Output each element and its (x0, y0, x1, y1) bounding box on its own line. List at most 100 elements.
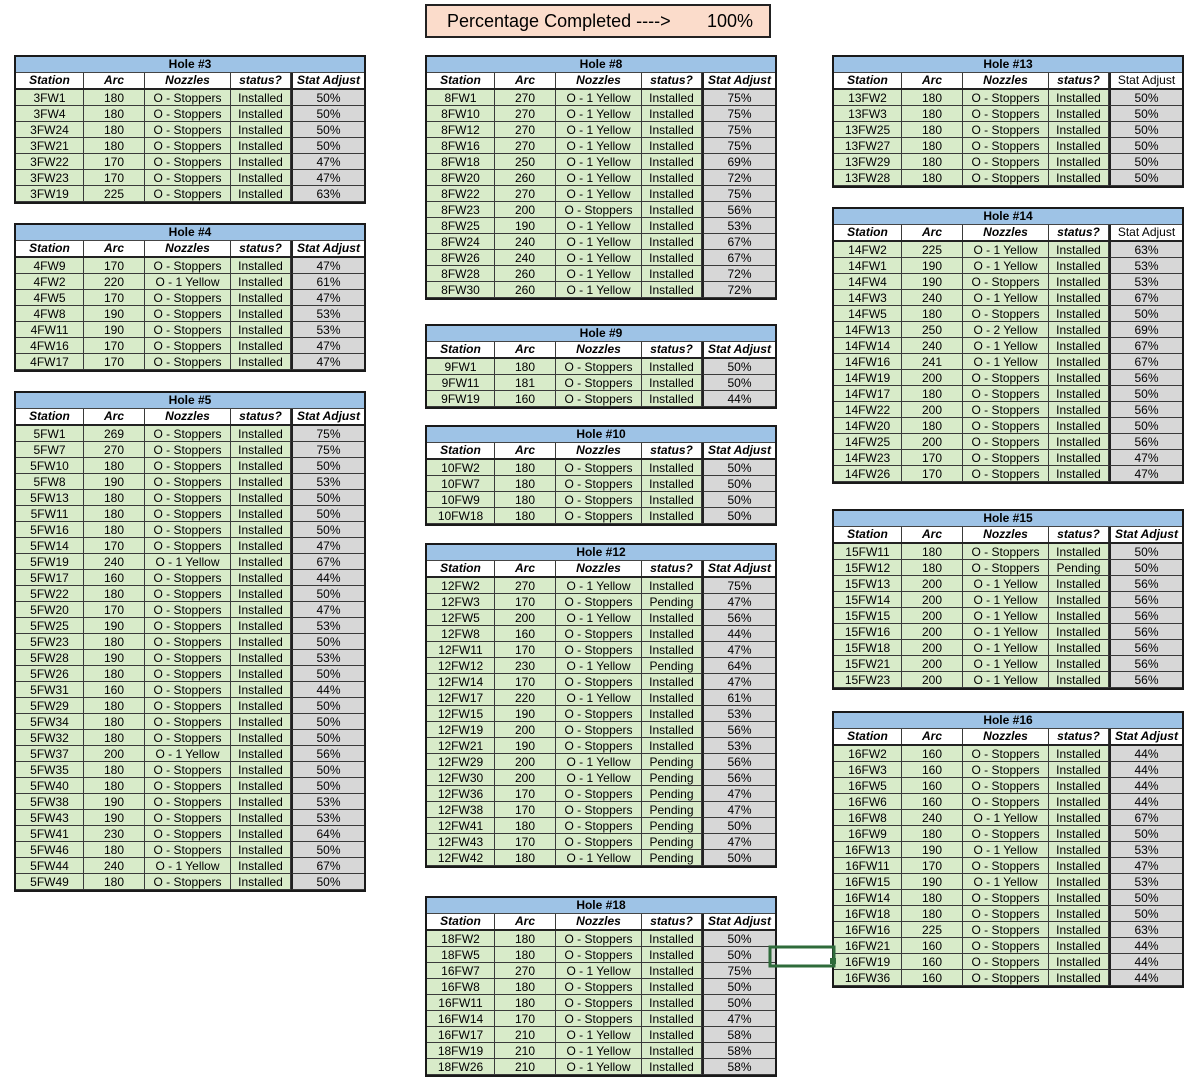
arc-cell[interactable]: 160 (902, 938, 963, 954)
nozzles-cell[interactable]: O - 1 Yellow (963, 592, 1049, 608)
nozzles-cell[interactable]: O - 1 Yellow (556, 1043, 642, 1059)
stat-adjust-cell[interactable]: 67% (702, 234, 775, 250)
stat-adjust-cell[interactable]: 47% (702, 1011, 775, 1027)
stat-adjust-cell[interactable]: 50% (291, 90, 364, 106)
nozzles-cell[interactable]: O - Stoppers (556, 492, 642, 508)
station-cell[interactable]: 12FW42 (427, 850, 495, 866)
station-cell[interactable]: 15FW16 (834, 624, 902, 640)
stat-adjust-cell[interactable]: 53% (291, 810, 364, 826)
stat-adjust-cell[interactable]: 69% (702, 154, 775, 170)
stat-adjust-cell[interactable]: 50% (291, 122, 364, 138)
status-cell[interactable]: Installed (231, 778, 291, 794)
stat-adjust-cell[interactable]: 50% (291, 506, 364, 522)
stat-adjust-cell[interactable]: 47% (291, 258, 364, 274)
arc-cell[interactable]: 270 (495, 90, 556, 106)
station-cell[interactable]: 13FW28 (834, 170, 902, 186)
stat-adjust-cell[interactable]: 53% (1109, 258, 1182, 274)
stat-adjust-cell[interactable]: 56% (1109, 608, 1182, 624)
station-cell[interactable]: 14FW4 (834, 274, 902, 290)
stat-adjust-cell[interactable]: 56% (1109, 672, 1182, 688)
arc-cell[interactable]: 190 (84, 650, 145, 666)
nozzles-cell[interactable]: O - Stoppers (145, 442, 231, 458)
status-cell[interactable]: Installed (642, 250, 702, 266)
nozzles-cell[interactable]: O - Stoppers (556, 979, 642, 995)
station-cell[interactable]: 5FW32 (16, 730, 84, 746)
nozzles-cell[interactable]: O - Stoppers (963, 306, 1049, 322)
station-cell[interactable]: 16FW16 (834, 922, 902, 938)
station-cell[interactable]: 16FW11 (834, 858, 902, 874)
station-cell[interactable]: 4FW5 (16, 290, 84, 306)
status-cell[interactable]: Installed (1049, 970, 1109, 986)
status-cell[interactable]: Installed (1049, 386, 1109, 402)
status-cell[interactable]: Installed (231, 554, 291, 570)
status-cell[interactable]: Installed (1049, 906, 1109, 922)
nozzles-cell[interactable]: O - 1 Yellow (963, 576, 1049, 592)
nozzles-cell[interactable]: O - Stoppers (145, 810, 231, 826)
station-cell[interactable]: 5FW49 (16, 874, 84, 890)
stat-adjust-cell[interactable]: 75% (702, 963, 775, 979)
status-cell[interactable]: Installed (642, 90, 702, 106)
nozzles-cell[interactable]: O - Stoppers (963, 386, 1049, 402)
nozzles-cell[interactable]: O - Stoppers (145, 258, 231, 274)
station-cell[interactable]: 5FW34 (16, 714, 84, 730)
status-cell[interactable]: Installed (1049, 826, 1109, 842)
arc-cell[interactable]: 200 (495, 770, 556, 786)
station-cell[interactable]: 18FW26 (427, 1059, 495, 1075)
station-cell[interactable]: 18FW19 (427, 1043, 495, 1059)
nozzles-cell[interactable]: O - Stoppers (963, 922, 1049, 938)
nozzles-cell[interactable]: O - Stoppers (556, 359, 642, 375)
stat-adjust-cell[interactable]: 58% (702, 1059, 775, 1075)
stat-adjust-cell[interactable]: 50% (291, 714, 364, 730)
status-cell[interactable]: Pending (642, 770, 702, 786)
stat-adjust-cell[interactable]: 56% (291, 746, 364, 762)
status-cell[interactable]: Installed (231, 682, 291, 698)
station-cell[interactable]: 3FW22 (16, 154, 84, 170)
status-cell[interactable]: Pending (642, 850, 702, 866)
station-cell[interactable]: 12FW21 (427, 738, 495, 754)
arc-cell[interactable]: 200 (902, 576, 963, 592)
stat-adjust-cell[interactable]: 50% (702, 947, 775, 963)
station-cell[interactable]: 12FW38 (427, 802, 495, 818)
station-cell[interactable]: 5FW43 (16, 810, 84, 826)
station-cell[interactable]: 16FW6 (834, 794, 902, 810)
status-cell[interactable]: Installed (1049, 922, 1109, 938)
station-cell[interactable]: 12FW5 (427, 610, 495, 626)
station-cell[interactable]: 5FW8 (16, 474, 84, 490)
station-cell[interactable]: 9FW1 (427, 359, 495, 375)
arc-cell[interactable]: 190 (84, 306, 145, 322)
stat-adjust-cell[interactable]: 50% (291, 762, 364, 778)
stat-adjust-cell[interactable]: 50% (702, 508, 775, 524)
status-cell[interactable]: Installed (1049, 794, 1109, 810)
arc-cell[interactable]: 190 (902, 874, 963, 890)
status-cell[interactable]: Installed (1049, 640, 1109, 656)
nozzles-cell[interactable]: O - Stoppers (963, 938, 1049, 954)
station-cell[interactable]: 14FW26 (834, 466, 902, 482)
arc-cell[interactable]: 180 (902, 106, 963, 122)
stat-adjust-cell[interactable]: 50% (702, 476, 775, 492)
nozzles-cell[interactable]: O - Stoppers (556, 706, 642, 722)
arc-cell[interactable]: 200 (84, 746, 145, 762)
station-cell[interactable]: 8FW12 (427, 122, 495, 138)
station-cell[interactable]: 5FW1 (16, 426, 84, 442)
nozzles-cell[interactable]: O - 1 Yellow (963, 242, 1049, 258)
arc-cell[interactable]: 269 (84, 426, 145, 442)
arc-cell[interactable]: 260 (495, 266, 556, 282)
status-cell[interactable]: Installed (1049, 90, 1109, 106)
nozzles-cell[interactable]: O - Stoppers (145, 874, 231, 890)
nozzles-cell[interactable]: O - Stoppers (556, 391, 642, 407)
stat-adjust-cell[interactable]: 50% (1109, 306, 1182, 322)
arc-cell[interactable]: 160 (902, 778, 963, 794)
station-cell[interactable]: 5FW10 (16, 458, 84, 474)
arc-cell[interactable]: 180 (495, 359, 556, 375)
stat-adjust-cell[interactable]: 47% (1109, 858, 1182, 874)
station-cell[interactable]: 14FW5 (834, 306, 902, 322)
arc-cell[interactable]: 170 (84, 338, 145, 354)
nozzles-cell[interactable]: O - Stoppers (145, 570, 231, 586)
stat-adjust-cell[interactable]: 50% (1109, 154, 1182, 170)
status-cell[interactable]: Installed (1049, 154, 1109, 170)
status-cell[interactable]: Installed (642, 359, 702, 375)
arc-cell[interactable]: 270 (495, 138, 556, 154)
status-cell[interactable]: Installed (231, 154, 291, 170)
arc-cell[interactable]: 240 (902, 338, 963, 354)
station-cell[interactable]: 16FW13 (834, 842, 902, 858)
